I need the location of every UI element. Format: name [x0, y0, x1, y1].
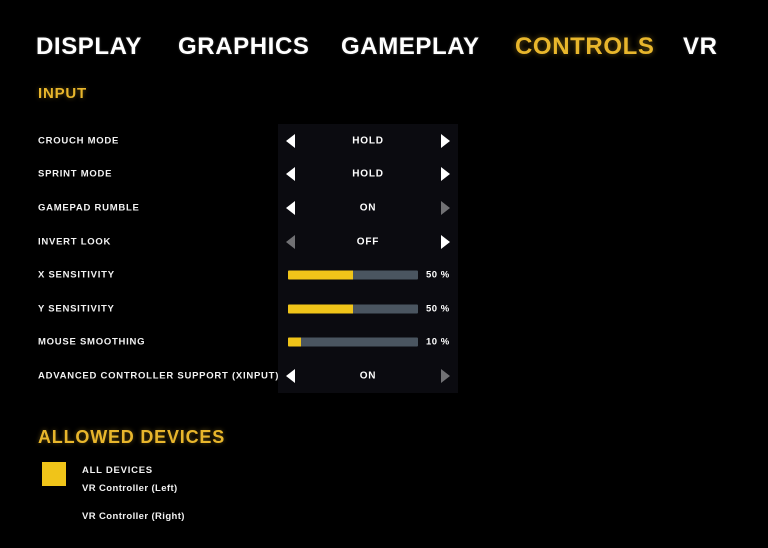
setting-label: CROUCH MODE: [38, 135, 120, 147]
all-devices-checkbox[interactable]: [42, 462, 66, 486]
setting-value: ON: [359, 202, 377, 214]
slider-track[interactable]: [288, 270, 418, 280]
input-section-title: INPUT: [38, 85, 87, 102]
slider-value-label: 50 %: [426, 303, 450, 315]
setting-row: INVERT LOOK OFF: [0, 224, 768, 259]
setting-row: GAMEPAD RUMBLE ON: [0, 191, 768, 225]
setting-value: HOLD: [352, 135, 384, 147]
chevron-right-icon[interactable]: [441, 133, 450, 148]
input-settings-list: CROUCH MODE HOLD SPRINT MODE HOLD GAMEPAD RU…: [0, 124, 768, 393]
setting-selector: OFF: [278, 224, 458, 259]
setting-slider: 10 %: [278, 325, 458, 360]
tab-gameplay[interactable]: GAMEPLAY: [341, 35, 480, 59]
settings-tabbar: DISPLAY GRAPHICS GAMEPLAY CONTROLS VR: [0, 26, 768, 68]
settings-screen: DISPLAY GRAPHICS GAMEPLAY CONTROLS VR IN…: [0, 0, 768, 548]
tab-vr[interactable]: VR: [683, 35, 718, 59]
setting-value: ON: [359, 370, 377, 382]
slider-fill: [288, 270, 353, 280]
tab-display[interactable]: DISPLAY: [36, 35, 142, 59]
setting-value: HOLD: [352, 168, 384, 180]
chevron-right-icon[interactable]: [441, 368, 450, 383]
setting-label: INVERT LOOK: [38, 236, 112, 248]
setting-selector: HOLD: [278, 124, 458, 158]
setting-selector: ON: [278, 359, 458, 393]
chevron-right-icon[interactable]: [441, 234, 450, 249]
setting-selector: ON: [278, 191, 458, 225]
list-item[interactable]: ALL DEVICES: [82, 465, 153, 476]
setting-row: ADVANCED CONTROLLER SUPPORT (XINPUT) ON: [0, 359, 768, 393]
tab-controls[interactable]: CONTROLS: [515, 35, 654, 59]
list-item[interactable]: VR Controller (Left): [82, 483, 178, 494]
slider-track[interactable]: [288, 304, 418, 314]
chevron-right-icon[interactable]: [441, 167, 450, 182]
setting-slider: 50 %: [278, 258, 458, 292]
setting-label: X SENSITIVITY: [38, 269, 115, 281]
slider-value-label: 50 %: [426, 269, 450, 281]
tab-graphics[interactable]: GRAPHICS: [178, 35, 309, 59]
setting-value: OFF: [356, 236, 380, 248]
setting-label: Y SENSITIVITY: [38, 303, 115, 315]
setting-row: X SENSITIVITY 50 %: [0, 258, 768, 292]
setting-row: CROUCH MODE HOLD: [0, 124, 768, 158]
setting-label: ADVANCED CONTROLLER SUPPORT (XINPUT): [38, 370, 280, 382]
slider-value-label: 10 %: [426, 336, 450, 348]
setting-label: GAMEPAD RUMBLE: [38, 202, 140, 214]
slider-fill: [288, 304, 353, 314]
setting-slider: 50 %: [278, 291, 458, 326]
setting-selector: HOLD: [278, 157, 458, 192]
setting-row: Y SENSITIVITY 50 %: [0, 291, 768, 326]
chevron-right-icon[interactable]: [441, 200, 450, 215]
setting-row: MOUSE SMOOTHING 10 %: [0, 325, 768, 360]
slider-fill: [288, 337, 301, 347]
list-item[interactable]: VR Controller (Right): [82, 511, 185, 522]
slider-track[interactable]: [288, 337, 418, 347]
allowed-devices-title: ALLOWED DEVICES: [38, 427, 226, 447]
setting-label: MOUSE SMOOTHING: [38, 336, 146, 348]
setting-row: SPRINT MODE HOLD: [0, 157, 768, 192]
setting-label: SPRINT MODE: [38, 168, 113, 180]
